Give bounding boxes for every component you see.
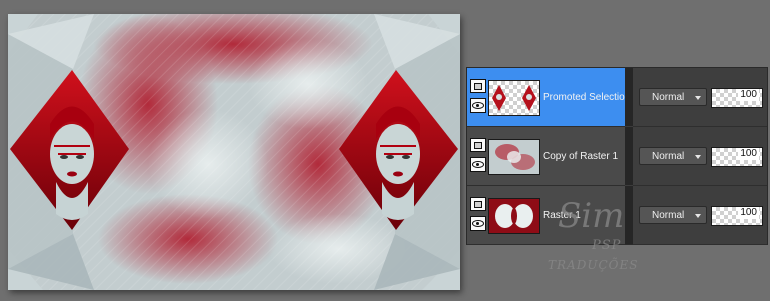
layer-mask-icon[interactable] xyxy=(470,197,486,211)
layer-info[interactable]: Copy of Raster 1 xyxy=(467,127,625,186)
chevron-down-icon xyxy=(695,96,701,100)
blend-mode-dropdown[interactable]: Normal xyxy=(639,88,707,106)
layer-row-copy-of-raster-1[interactable]: Copy of Raster 1 Normal 100 xyxy=(467,127,767,186)
watermark-script: Sim xyxy=(558,196,625,236)
blend-mode-value: Normal xyxy=(652,151,685,162)
layer-mask-icon[interactable] xyxy=(470,79,486,93)
layer-info[interactable]: Promoted Selection xyxy=(467,68,630,127)
layer-properties: Normal 100 xyxy=(633,68,767,127)
opacity-field[interactable]: 100 xyxy=(711,88,763,108)
opacity-value: 100 xyxy=(738,207,759,219)
layer-row-promoted-selection[interactable]: Promoted Selection Normal 100 xyxy=(467,68,767,127)
chevron-down-icon xyxy=(695,214,701,218)
layer-mask-icon[interactable] xyxy=(470,138,486,152)
chevron-down-icon xyxy=(695,155,701,159)
eye-icon[interactable] xyxy=(470,216,486,231)
layer-name: Copy of Raster 1 xyxy=(543,151,619,162)
opacity-value: 100 xyxy=(738,89,759,101)
blend-mode-value: Normal xyxy=(652,92,685,103)
layer-thumbnail xyxy=(488,80,540,116)
opacity-value: 100 xyxy=(738,148,759,160)
watermark-traducoes: TRADUÇÕES xyxy=(548,258,639,272)
watermark: Sim PSP TRADUÇÕES xyxy=(540,196,650,282)
layer-properties: Normal 100 xyxy=(633,127,767,186)
opacity-field[interactable]: 100 xyxy=(711,206,763,226)
canvas-preview[interactable] xyxy=(8,14,460,290)
eye-icon[interactable] xyxy=(470,98,486,113)
watermark-psp: PSP xyxy=(592,238,622,253)
blend-mode-dropdown[interactable]: Normal xyxy=(639,147,707,165)
eye-icon[interactable] xyxy=(470,157,486,172)
layer-thumbnail xyxy=(488,198,540,234)
layer-thumbnail xyxy=(488,139,540,175)
blend-mode-value: Normal xyxy=(652,210,685,221)
layer-name: Promoted Selection xyxy=(543,92,631,103)
opacity-field[interactable]: 100 xyxy=(711,147,763,167)
panel-divider xyxy=(625,68,633,126)
panel-divider xyxy=(625,127,633,185)
layer-properties: Normal 100 xyxy=(633,186,767,245)
